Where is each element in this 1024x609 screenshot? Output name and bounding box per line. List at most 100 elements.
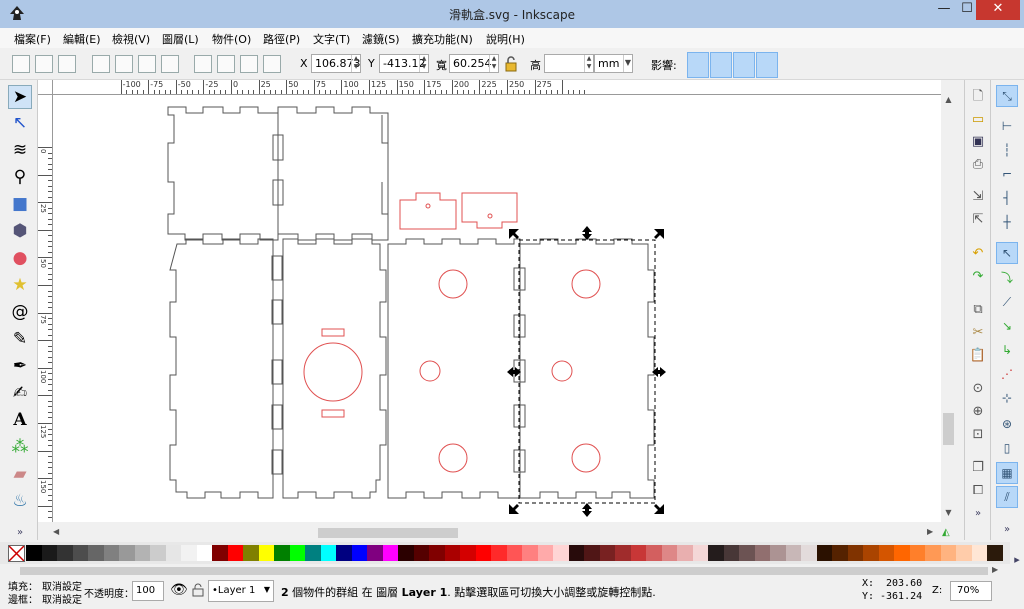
width-input[interactable]: 60.254 ▲ ▼ [449, 54, 499, 73]
color-swatch[interactable] [320, 545, 336, 561]
selector-tool-icon[interactable]: ➤ [8, 85, 32, 109]
menu-object[interactable]: 物件(O) [212, 31, 251, 47]
color-swatch[interactable] [506, 545, 522, 561]
ellipse-tool-icon[interactable]: ● [8, 247, 32, 271]
snap-grid-icon[interactable]: ⫽ [996, 486, 1018, 508]
color-swatch[interactable] [863, 545, 879, 561]
color-swatch[interactable] [491, 545, 507, 561]
snap-path-icon[interactable]: ⤵ [996, 268, 1018, 290]
color-swatch[interactable] [103, 545, 119, 561]
open-icon[interactable]: ▭ [969, 111, 987, 129]
color-swatch[interactable] [878, 545, 894, 561]
lower-to-bottom-icon[interactable] [263, 55, 281, 73]
color-swatch[interactable] [72, 545, 88, 561]
zoom-selection-icon[interactable]: ⊙ [969, 380, 987, 398]
rotate-cw-icon[interactable] [115, 55, 133, 73]
color-swatch[interactable] [336, 545, 352, 561]
layer-lock-icon[interactable] [192, 583, 204, 597]
eye-icon[interactable]: 👁 [170, 582, 188, 598]
color-swatch[interactable] [646, 545, 662, 561]
duplicate-icon[interactable]: ❐ [969, 459, 987, 477]
scroll-right-icon[interactable]: ▶ [927, 527, 939, 536]
rect-tool-icon[interactable]: ■ [8, 193, 32, 217]
color-swatch[interactable] [227, 545, 243, 561]
snap-bbox-center-icon[interactable]: ┼ [996, 212, 1018, 234]
layer-select[interactable]: •Layer 1 ▼ [208, 580, 274, 602]
text-tool-icon[interactable]: A [8, 409, 32, 433]
color-swatch[interactable] [723, 545, 739, 561]
color-swatch[interactable] [289, 545, 305, 561]
more-snap-icon[interactable]: » [996, 520, 1018, 542]
color-swatch[interactable] [413, 545, 429, 561]
opacity-input[interactable]: 100 [132, 581, 164, 601]
flip-vertical-icon[interactable] [161, 55, 179, 73]
save-icon[interactable]: ▣ [969, 133, 987, 151]
transform-patterns-toggle[interactable] [756, 52, 778, 78]
color-swatch[interactable] [150, 545, 166, 561]
close-button[interactable]: ✕ [976, 0, 1020, 20]
rotate-ccw-icon[interactable] [92, 55, 110, 73]
color-swatch[interactable] [909, 545, 925, 561]
print-icon[interactable]: ⎙ [969, 156, 987, 174]
snap-bbox-corner-icon[interactable]: ⌐ [996, 164, 1018, 186]
color-swatch[interactable] [677, 545, 693, 561]
y-input[interactable]: -413.12 ▲ ▼ [379, 54, 429, 73]
vertical-scrollbar[interactable]: ▲ ▼ [941, 95, 956, 522]
color-swatch[interactable] [57, 545, 73, 561]
snap-smooth-icon[interactable]: ↳ [996, 340, 1018, 362]
snap-rotation-center-icon[interactable]: ⊛ [996, 414, 1018, 436]
color-swatch[interactable] [770, 545, 786, 561]
zoom-page-icon[interactable]: ⊡ [969, 426, 987, 444]
color-swatch[interactable] [630, 545, 646, 561]
node-tool-icon[interactable]: ↖ [8, 112, 32, 136]
menu-help[interactable]: 說明(H) [486, 31, 525, 47]
width-spin-arrows-icon[interactable]: ▲ ▼ [489, 55, 498, 72]
copy-icon[interactable]: ⧉ [969, 301, 987, 319]
lock-icon[interactable] [504, 56, 518, 72]
bucket-tool-icon[interactable]: ♨ [8, 490, 32, 514]
vertical-scroll-thumb[interactable] [943, 413, 954, 445]
snap-bbox-edge-icon[interactable]: ┆ [996, 140, 1018, 162]
color-swatch[interactable] [661, 545, 677, 561]
color-swatch[interactable] [522, 545, 538, 561]
palette-scroll-thumb[interactable] [20, 567, 988, 575]
pencil-tool-icon[interactable]: ✎ [8, 328, 32, 352]
horizontal-scroll-thumb[interactable] [318, 528, 458, 538]
select-all-layers-icon[interactable] [35, 55, 53, 73]
color-swatch[interactable] [429, 545, 445, 561]
star-tool-icon[interactable]: ★ [8, 274, 32, 298]
menu-layer[interactable]: 圖層(L) [162, 31, 199, 47]
color-swatch[interactable] [274, 545, 290, 561]
snap-midpoint-icon[interactable]: ⋰ [996, 364, 1018, 386]
paste-icon[interactable]: 📋 [969, 347, 987, 365]
color-swatch[interactable] [971, 545, 987, 561]
color-swatch[interactable] [119, 545, 135, 561]
eraser-tool-icon[interactable]: ▰ [8, 463, 32, 487]
scroll-up-icon[interactable]: ▲ [941, 95, 956, 107]
zoom-input[interactable]: 70% [950, 581, 992, 601]
vertical-ruler[interactable]: 0 25 50 75 100 125 150 [38, 95, 53, 522]
scale-corners-toggle[interactable] [710, 52, 732, 78]
color-manage-icon[interactable]: ◭ [942, 527, 956, 539]
y-spin-arrows-icon[interactable]: ▲ ▼ [419, 55, 428, 72]
lower-icon[interactable] [240, 55, 258, 73]
snap-toggle-icon[interactable]: ⤡ [996, 85, 1018, 107]
new-document-icon[interactable]: 🗋 [969, 88, 987, 106]
menu-path[interactable]: 路徑(P) [263, 31, 300, 47]
export-icon[interactable]: ⇱ [969, 211, 987, 229]
palette-scroll-right-icon[interactable]: ▶ [992, 565, 998, 574]
color-swatch[interactable] [134, 545, 150, 561]
snap-cusp-icon[interactable]: ↘ [996, 316, 1018, 338]
stroke-value[interactable]: 取消設定 [42, 591, 82, 606]
color-swatch[interactable] [832, 545, 848, 561]
menu-edit[interactable]: 編輯(E) [63, 31, 101, 47]
snap-object-center-icon[interactable]: ⊹ [996, 388, 1018, 410]
transform-gradients-toggle[interactable] [733, 52, 755, 78]
color-swatch[interactable] [398, 545, 414, 561]
color-swatch[interactable] [26, 545, 42, 561]
tweak-tool-icon[interactable]: ≋ [8, 139, 32, 163]
color-swatch[interactable] [940, 545, 956, 561]
color-swatch[interactable] [475, 545, 491, 561]
color-swatch[interactable] [894, 545, 910, 561]
scroll-left-icon[interactable]: ◀ [53, 527, 65, 536]
